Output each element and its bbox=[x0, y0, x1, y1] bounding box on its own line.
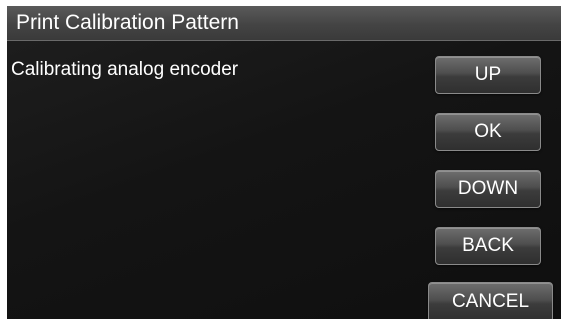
up-button[interactable]: UP bbox=[435, 56, 541, 94]
ok-button[interactable]: OK bbox=[435, 113, 541, 151]
down-button[interactable]: DOWN bbox=[435, 170, 541, 208]
title-bar: Print Calibration Pattern bbox=[7, 6, 561, 41]
front-panel-screen: Print Calibration Pattern Calibrating an… bbox=[7, 6, 561, 319]
back-button[interactable]: BACK bbox=[435, 227, 541, 265]
status-message: Calibrating analog encoder bbox=[11, 59, 239, 80]
page-title: Print Calibration Pattern bbox=[16, 11, 239, 34]
cancel-button[interactable]: CANCEL bbox=[428, 282, 553, 319]
